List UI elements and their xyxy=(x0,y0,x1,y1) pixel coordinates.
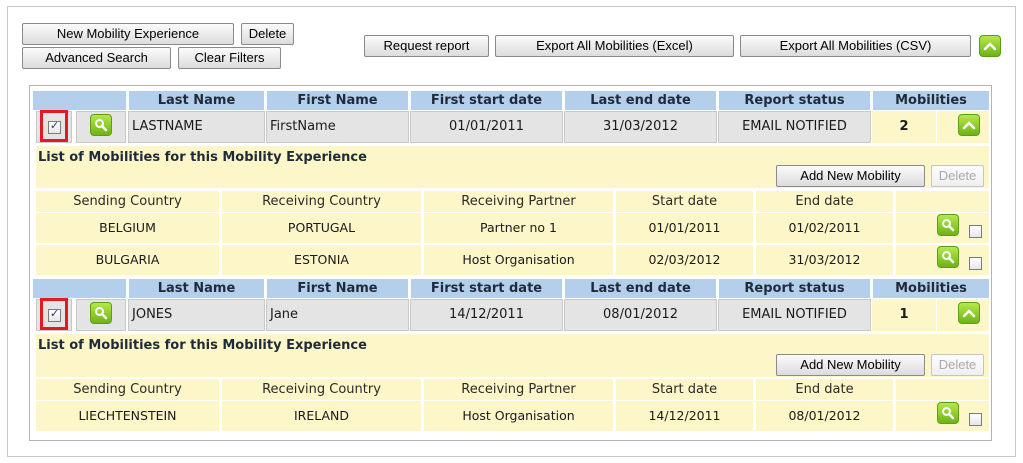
header-spacer xyxy=(33,279,126,298)
add-new-mobility-button[interactable]: Add New Mobility xyxy=(776,165,925,187)
header-mobilities: Mobilities xyxy=(873,91,989,110)
receiving-partner-cell: Partner no 1 xyxy=(424,213,613,243)
advanced-search-button[interactable]: Advanced Search xyxy=(22,47,171,69)
receiving-country-cell: IRELAND xyxy=(222,401,421,431)
first-start-date-cell: 14/12/2011 xyxy=(410,299,563,331)
subheader-start-date: Start date xyxy=(616,191,753,212)
start-date-cell: 02/03/2012 xyxy=(616,245,753,275)
magnifier-icon xyxy=(95,307,108,320)
clear-filters-button[interactable]: Clear Filters xyxy=(178,47,281,69)
first-name-cell: Jane xyxy=(266,299,409,331)
view-experience-button[interactable] xyxy=(90,302,112,324)
magnifier-icon xyxy=(942,219,955,232)
delete-mobility-button[interactable]: Delete xyxy=(931,165,984,187)
last-end-date-cell: 31/03/2012 xyxy=(564,111,717,143)
view-mobility-button[interactable] xyxy=(937,214,959,236)
delete-mobility-button[interactable]: Delete xyxy=(931,354,984,376)
last-end-date-cell: 08/01/2012 xyxy=(564,299,717,331)
view-experience-button[interactable] xyxy=(90,114,112,136)
mobilities-count-cell: 2 xyxy=(872,111,936,143)
subheader-receiving-partner: Receiving Partner xyxy=(424,379,613,400)
receiving-partner-cell: Host Organisation xyxy=(424,401,613,431)
receiving-country-cell: ESTONIA xyxy=(222,245,421,275)
mobilities-count-cell: 1 xyxy=(872,299,936,331)
first-name-cell: FirstName xyxy=(266,111,409,143)
chevron-up-icon xyxy=(983,42,997,51)
subheader-sending-country: Sending Country xyxy=(36,191,219,212)
chevron-up-icon xyxy=(962,121,976,130)
collapse-experience-button[interactable] xyxy=(958,302,980,324)
last-name-cell: JONES xyxy=(128,299,265,331)
header-report-status: Report status xyxy=(719,91,870,110)
subheader-sending-country: Sending Country xyxy=(36,379,219,400)
collapse-all-button[interactable] xyxy=(979,35,1001,57)
subheader-end-date: End date xyxy=(756,191,893,212)
sending-country-cell: BULGARIA xyxy=(36,245,219,275)
collapse-experience-button[interactable] xyxy=(958,114,980,136)
receiving-country-cell: PORTUGAL xyxy=(222,213,421,243)
subheader-receiving-country: Receiving Country xyxy=(222,191,421,212)
header-report-status: Report status xyxy=(719,279,870,298)
header-spacer xyxy=(33,91,126,110)
end-date-cell: 31/03/2012 xyxy=(756,245,893,275)
sending-country-cell: LIECHTENSTEIN xyxy=(36,401,219,431)
last-name-cell: LASTNAME xyxy=(128,111,265,143)
mobility-list-title: List of Mobilities for this Mobility Exp… xyxy=(38,338,367,353)
header-first-start-date: First start date xyxy=(411,279,562,298)
new-mobility-experience-button[interactable]: New Mobility Experience xyxy=(22,23,234,45)
subheader-end-date: End date xyxy=(756,379,893,400)
end-date-cell: 01/02/2011 xyxy=(756,213,893,243)
start-date-cell: 14/12/2011 xyxy=(616,401,753,431)
export-excel-button[interactable]: Export All Mobilities (Excel) xyxy=(495,35,734,57)
header-last-name: Last Name xyxy=(129,279,264,298)
header-last-name: Last Name xyxy=(129,91,264,110)
export-csv-button[interactable]: Export All Mobilities (CSV) xyxy=(740,35,971,57)
subheader-actions xyxy=(896,379,989,400)
magnifier-icon xyxy=(942,251,955,264)
header-last-end-date: Last end date xyxy=(565,91,716,110)
chevron-up-icon xyxy=(962,309,976,318)
magnifier-icon xyxy=(95,119,108,132)
header-mobilities: Mobilities xyxy=(873,279,989,298)
subheader-start-date: Start date xyxy=(616,379,753,400)
view-mobility-button[interactable] xyxy=(937,402,959,424)
first-start-date-cell: 01/01/2011 xyxy=(410,111,563,143)
select-experience-checkbox[interactable] xyxy=(48,307,61,322)
select-mobility-checkbox[interactable] xyxy=(969,413,982,426)
magnifier-icon xyxy=(942,407,955,420)
subheader-receiving-country: Receiving Country xyxy=(222,379,421,400)
receiving-partner-cell: Host Organisation xyxy=(424,245,613,275)
header-first-start-date: First start date xyxy=(411,91,562,110)
subheader-actions xyxy=(896,191,989,212)
end-date-cell: 08/01/2012 xyxy=(756,401,893,431)
select-mobility-checkbox[interactable] xyxy=(969,225,982,238)
report-status-cell: EMAIL NOTIFIED xyxy=(718,111,871,143)
header-last-end-date: Last end date xyxy=(565,279,716,298)
select-mobility-checkbox[interactable] xyxy=(969,257,982,270)
select-experience-checkbox[interactable] xyxy=(48,119,61,134)
delete-experience-button[interactable]: Delete xyxy=(241,23,294,45)
request-report-button[interactable]: Request report xyxy=(364,35,489,57)
add-new-mobility-button[interactable]: Add New Mobility xyxy=(776,354,925,376)
mobility-list-title: List of Mobilities for this Mobility Exp… xyxy=(38,150,367,165)
header-first-name: First Name xyxy=(267,279,408,298)
report-status-cell: EMAIL NOTIFIED xyxy=(718,299,871,331)
view-mobility-button[interactable] xyxy=(937,246,959,268)
subheader-receiving-partner: Receiving Partner xyxy=(424,191,613,212)
header-first-name: First Name xyxy=(267,91,408,110)
start-date-cell: 01/01/2011 xyxy=(616,213,753,243)
sending-country-cell: BELGIUM xyxy=(36,213,219,243)
